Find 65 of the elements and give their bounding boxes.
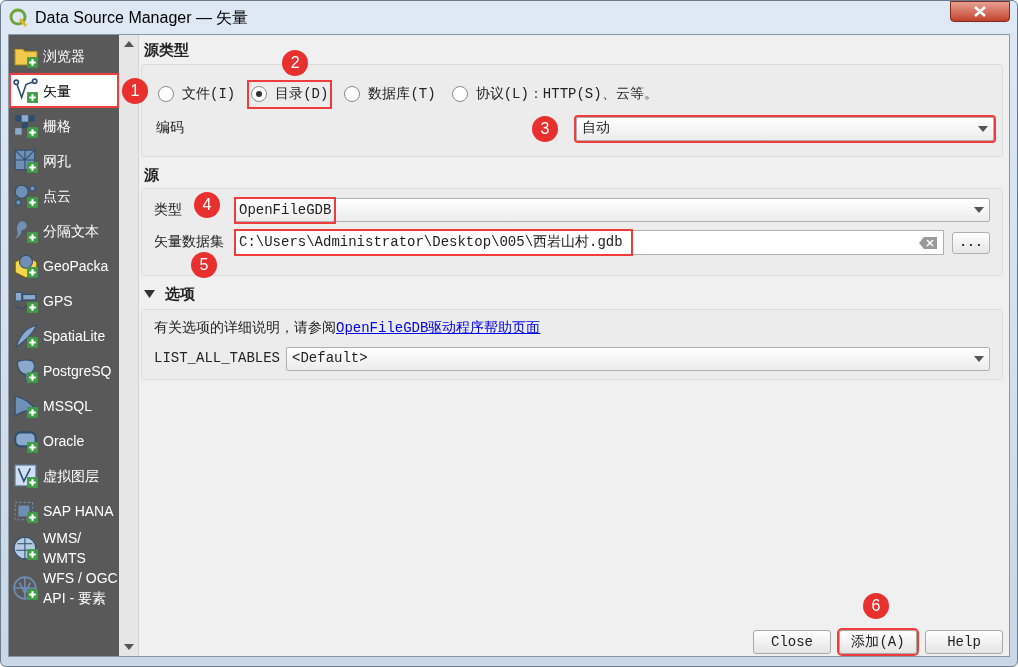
step-number-badge: 3	[532, 115, 558, 142]
sidebar-item[interactable]: Oracle	[9, 423, 119, 458]
sidebar-item[interactable]: 虚拟图层	[9, 458, 119, 493]
dropdown-arrow-icon	[978, 125, 988, 132]
field-label: 编码	[156, 119, 184, 138]
help-link[interactable]: OpenFileGDB驱动程序帮助页面	[336, 319, 541, 336]
expanded-arrow-icon[interactable]	[144, 290, 155, 299]
radio-button[interactable]	[451, 86, 468, 102]
sidebar-item[interactable]: 网孔	[9, 143, 119, 178]
radio-button[interactable]	[344, 86, 361, 102]
raster-layer-icon	[13, 112, 39, 139]
spatialite-layer-icon	[13, 322, 39, 349]
mesh-layer-icon	[13, 147, 39, 174]
section-heading: 源	[144, 164, 160, 185]
radio-option[interactable]: 文件(I)	[156, 81, 238, 107]
field-label: 类型	[154, 201, 182, 218]
field-label: LIST_ALL_TABLES	[154, 349, 281, 368]
section-heading: 选项	[165, 284, 195, 304]
dropdown-arrow-icon	[974, 207, 984, 213]
sidebar-item[interactable]: 栅格	[9, 108, 119, 143]
app-logo-icon	[9, 7, 29, 28]
path-value: C:\Users\Administrator\Desktop\005\西岩山村.gdb	[236, 231, 631, 254]
sidebar-item[interactable]: SAP HANA	[9, 493, 119, 528]
path-input-field[interactable]: C:\Users\Administrator\Desktop\005\西岩山村.gdb	[235, 230, 944, 255]
step-number-badge: 2	[282, 49, 309, 76]
scroll-down-icon	[123, 644, 134, 650]
window-title: Data Source Manager — 矢量	[35, 7, 249, 28]
step-number-badge: 4	[194, 192, 220, 218]
vector-layer-icon	[13, 77, 39, 104]
dialog-button[interactable]: 添加(A)	[839, 630, 917, 654]
dropdown-arrow-icon	[974, 355, 984, 362]
sidebar-item[interactable]: 点云	[9, 178, 119, 213]
help-text: 有关选项的详细说明，请参阅OpenFileGDB驱动程序帮助页面	[154, 318, 542, 338]
clear-icon[interactable]	[919, 236, 937, 249]
sidebar-item[interactable]: SpatiaLite	[9, 318, 119, 353]
radio-button[interactable]	[251, 86, 268, 102]
dialog-button[interactable]: Help	[925, 630, 1003, 654]
wms-layer-icon	[13, 535, 39, 561]
close-icon	[974, 6, 986, 17]
sidebar-item[interactable]: WMS/ WMTS	[9, 528, 119, 568]
sidebar-item[interactable]: MSSQL	[9, 388, 119, 423]
geopackage-layer-icon	[13, 252, 39, 279]
radio-button[interactable]	[158, 86, 174, 102]
dropdown[interactable]: OpenFileGDB	[235, 198, 990, 222]
sidebar-item[interactable]: GeoPacka	[9, 248, 119, 283]
step-number-badge: 5	[191, 252, 217, 278]
sidebar-item[interactable]: GPS	[9, 283, 119, 318]
dropdown[interactable]: <Default>	[286, 346, 990, 371]
radio-option[interactable]: 数据库(T)	[342, 81, 438, 107]
selected-value: OpenFileGDB	[236, 198, 335, 222]
field-label: 矢量数据集	[154, 234, 224, 250]
step-number-badge: 6	[863, 593, 889, 619]
sidebar-item[interactable]: PostgreSQ	[9, 353, 119, 388]
pointcloud-layer-icon	[13, 182, 39, 209]
browse-button[interactable]: ...	[952, 231, 990, 254]
sidebar-item[interactable]: 浏览器	[9, 38, 119, 73]
radio-option[interactable]: 协议(L)：HTTP(S)、云等。	[449, 81, 660, 107]
sidebar-item[interactable]: WFS / OGC API - 要素	[9, 568, 119, 608]
wfs-layer-icon	[13, 575, 39, 601]
scroll-up-icon	[123, 41, 134, 47]
close-button[interactable]	[950, 1, 1010, 22]
virtual-layer-icon	[13, 462, 39, 489]
sidebar-item[interactable]: 分隔文本	[9, 213, 119, 248]
dialog-button[interactable]: Close	[753, 630, 831, 654]
dropdown[interactable]: 自动	[576, 116, 994, 141]
